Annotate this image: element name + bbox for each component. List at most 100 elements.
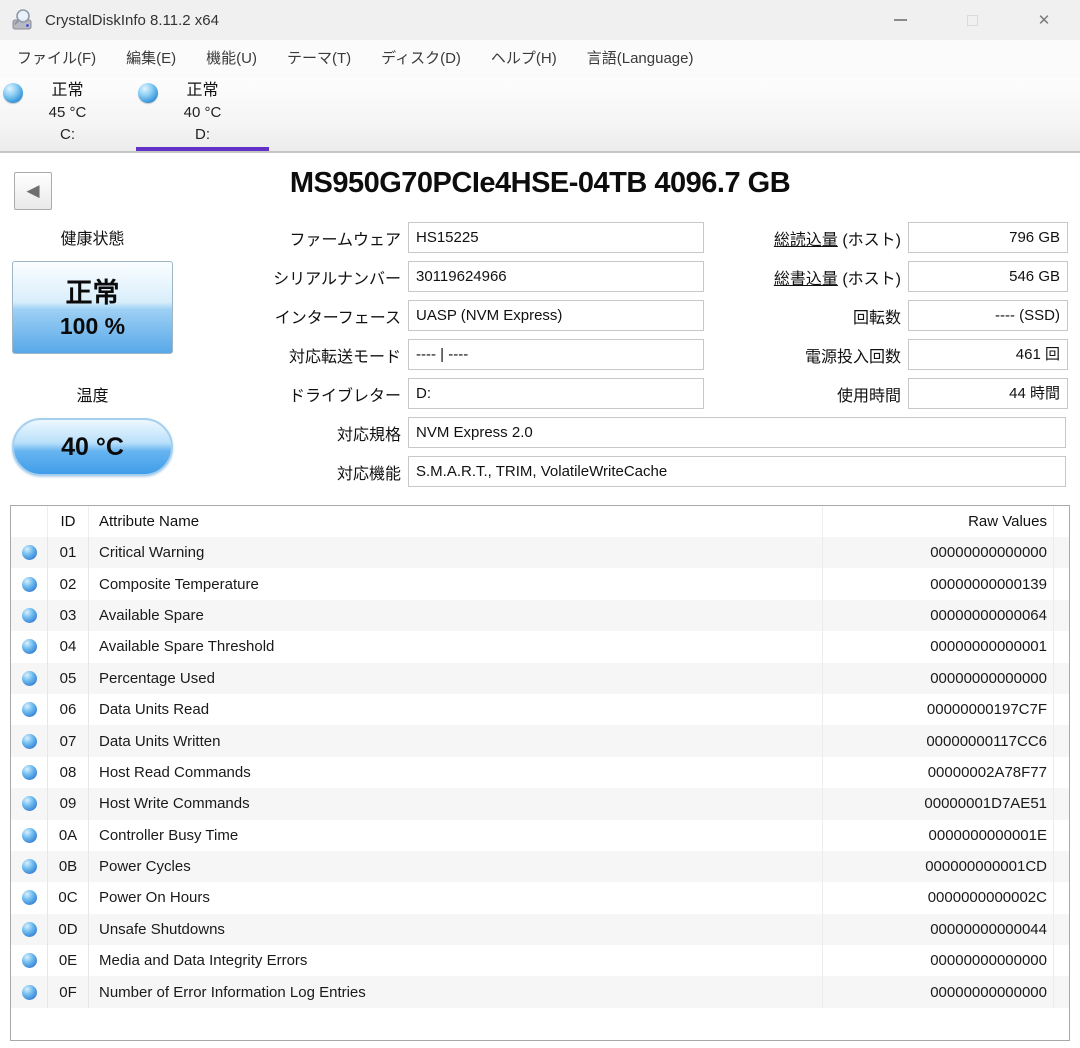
status-orb-icon — [22, 671, 37, 686]
field-label: シリアルナンバー — [230, 265, 408, 289]
field-value-box: HS15225 — [408, 222, 704, 253]
field-label-link[interactable]: 総書込量 — [774, 271, 838, 288]
menu-item[interactable]: ファイル(F) — [2, 40, 111, 78]
smart-attribute-table: ID Attribute Name Raw Values 01 Critical… — [10, 505, 1070, 1041]
field-value-box: 461 回 — [908, 339, 1068, 370]
status-orb-icon — [22, 985, 37, 1000]
smart-table-row[interactable]: 02 Composite Temperature 00000000000139 — [11, 568, 1069, 599]
smart-table-row[interactable]: 0E Media and Data Integrity Errors 00000… — [11, 945, 1069, 976]
attribute-name: Data Units Written — [89, 725, 823, 756]
attribute-raw-value: 00000000000000 — [823, 537, 1054, 568]
smart-table-row[interactable]: 08 Host Read Commands 00000002A78F77 — [11, 757, 1069, 788]
smart-table-body: 01 Critical Warning 00000000000000 02 Co… — [11, 537, 1069, 1008]
attribute-raw-value: 00000000000001 — [823, 631, 1054, 662]
attribute-raw-value: 00000001D7AE51 — [823, 788, 1054, 819]
smart-table-row[interactable]: 0D Unsafe Shutdowns 00000000000044 — [11, 914, 1069, 945]
attribute-id: 07 — [48, 725, 89, 756]
status-orb-icon — [22, 922, 37, 937]
field-row: ドライブレター D: — [230, 378, 704, 409]
field-value-box: D: — [408, 378, 704, 409]
close-button[interactable]: ✕ — [1008, 0, 1080, 40]
disk-tab[interactable]: 正常 45 °C C: — [0, 78, 135, 151]
row-status-cell — [11, 757, 48, 788]
status-orb-icon — [22, 953, 37, 968]
status-orb-icon — [22, 765, 37, 780]
disk-drive-letter: C: — [0, 124, 135, 146]
menu-item[interactable]: ディスク(D) — [366, 40, 476, 78]
row-status-cell — [11, 882, 48, 913]
attribute-id: 05 — [48, 663, 89, 694]
attribute-raw-value: 00000000000044 — [823, 914, 1054, 945]
smart-table-row[interactable]: 04 Available Spare Threshold 00000000000… — [11, 631, 1069, 662]
drive-info-fields-left: ファームウェア HS15225 シリアルナンバー 30119624966 インタ… — [230, 222, 704, 417]
attribute-name: Composite Temperature — [89, 568, 823, 599]
field-label-link[interactable]: 電源投入回数 — [805, 349, 901, 366]
main-panel: ◀ MS950G70PCIe4HSE-04TB 4096.7 GB 健康状態 正… — [0, 153, 1080, 1048]
header-padding-column — [1054, 506, 1069, 537]
field-value-box: UASP (NVM Express) — [408, 300, 704, 331]
field-label: 総読込量 (ホスト) — [700, 226, 908, 250]
field-label-link[interactable]: 回転数 — [853, 310, 901, 327]
smart-table-row[interactable]: 09 Host Write Commands 00000001D7AE51 — [11, 788, 1069, 819]
temperature-value: 40 °C — [61, 433, 124, 462]
row-status-cell — [11, 976, 48, 1007]
menu-item[interactable]: 機能(U) — [191, 40, 272, 78]
attribute-id: 0F — [48, 976, 89, 1007]
header-status-column — [11, 506, 48, 537]
field-label-link[interactable]: 使用時間 — [837, 388, 901, 405]
field-label-link[interactable]: 総読込量 — [774, 232, 838, 249]
smart-table-row[interactable]: 0C Power On Hours 0000000000002C — [11, 882, 1069, 913]
smart-table-row[interactable]: 05 Percentage Used 00000000000000 — [11, 663, 1069, 694]
smart-table-header: ID Attribute Name Raw Values — [11, 506, 1069, 537]
header-raw-values: Raw Values — [823, 506, 1054, 537]
smart-table-row[interactable]: 0A Controller Busy Time 0000000000001E — [11, 820, 1069, 851]
attribute-id: 09 — [48, 788, 89, 819]
row-status-cell — [11, 725, 48, 756]
smart-table-row[interactable]: 07 Data Units Written 00000000117CC6 — [11, 725, 1069, 756]
smart-table-row[interactable]: 01 Critical Warning 00000000000000 — [11, 537, 1069, 568]
health-status-value: 正常 — [13, 275, 172, 311]
attribute-raw-value: 00000000000064 — [823, 600, 1054, 631]
status-orb-icon — [22, 796, 37, 811]
field-label: 対応規格 — [230, 421, 408, 445]
field-value-box: ---- (SSD) — [908, 300, 1068, 331]
attribute-name: Power Cycles — [89, 851, 823, 882]
header-attribute-name: Attribute Name — [89, 506, 823, 537]
drive-info-fields-wide: 対応規格 NVM Express 2.0 対応機能 S.M.A.R.T., TR… — [230, 417, 1066, 495]
attribute-id: 0A — [48, 820, 89, 851]
menu-item[interactable]: 言語(Language) — [572, 40, 709, 78]
menu-item[interactable]: ヘルプ(H) — [476, 40, 572, 78]
status-orb-icon — [22, 545, 37, 560]
status-orb-icon — [22, 639, 37, 654]
attribute-raw-value: 00000002A78F77 — [823, 757, 1054, 788]
row-padding-cell — [1054, 882, 1069, 913]
attribute-name: Host Write Commands — [89, 788, 823, 819]
attribute-id: 08 — [48, 757, 89, 788]
attribute-raw-value: 0000000000002C — [823, 882, 1054, 913]
field-label: 総書込量 (ホスト) — [700, 265, 908, 289]
smart-table-row[interactable]: 0F Number of Error Information Log Entri… — [11, 976, 1069, 1007]
field-label: ファームウェア — [230, 226, 408, 250]
maximize-button[interactable] — [936, 0, 1008, 40]
field-row: 対応転送モード ---- | ---- — [230, 339, 704, 370]
attribute-name: Power On Hours — [89, 882, 823, 913]
attribute-name: Number of Error Information Log Entries — [89, 976, 823, 1007]
smart-table-row[interactable]: 06 Data Units Read 00000000197C7F — [11, 694, 1069, 725]
smart-table-row[interactable]: 03 Available Spare 00000000000064 — [11, 600, 1069, 631]
minimize-button[interactable] — [864, 0, 936, 40]
field-row: 回転数 ---- (SSD) — [700, 300, 1068, 331]
health-status-label: 健康状態 — [12, 225, 173, 249]
disk-tab[interactable]: 正常 40 °C D: — [135, 78, 270, 151]
title-bar[interactable]: CrystalDiskInfo 8.11.2 x64 ✕ — [0, 0, 1080, 40]
field-label: 使用時間 — [700, 382, 908, 406]
row-status-cell — [11, 537, 48, 568]
attribute-id: 0D — [48, 914, 89, 945]
smart-table-row[interactable]: 0B Power Cycles 000000000001CD — [11, 851, 1069, 882]
field-row: 対応機能 S.M.A.R.T., TRIM, VolatileWriteCach… — [230, 456, 1066, 487]
row-padding-cell — [1054, 945, 1069, 976]
attribute-name: Critical Warning — [89, 537, 823, 568]
row-padding-cell — [1054, 694, 1069, 725]
menu-item[interactable]: 編集(E) — [111, 40, 191, 78]
status-orb-icon — [22, 702, 37, 717]
menu-item[interactable]: テーマ(T) — [272, 40, 366, 78]
